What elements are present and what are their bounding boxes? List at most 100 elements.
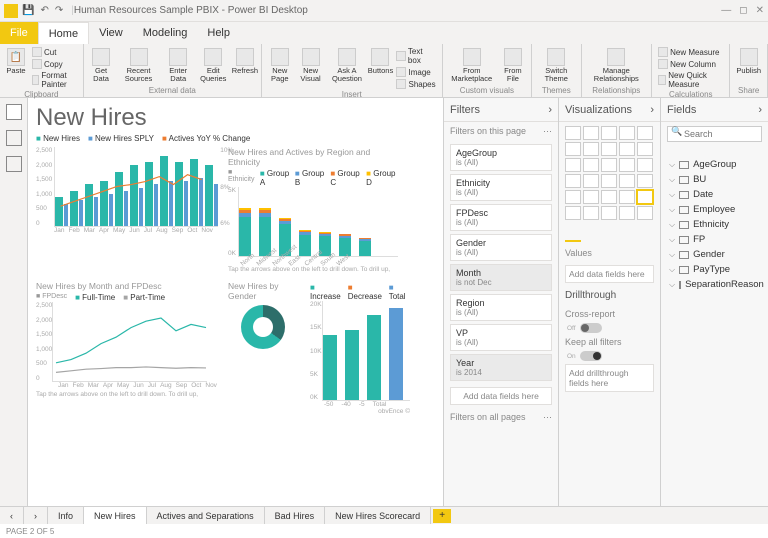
viz-type-icon[interactable] bbox=[637, 206, 653, 220]
field-table[interactable]: ⌵SeparationReason bbox=[661, 277, 768, 292]
field-table[interactable]: ⌵AgeGroup bbox=[661, 157, 768, 172]
filter-card[interactable]: Monthis not Dec bbox=[450, 264, 552, 291]
filter-card[interactable]: AgeGroupis (All) bbox=[450, 144, 552, 171]
field-table[interactable]: ⌵BU bbox=[661, 172, 768, 187]
report-canvas[interactable]: New Hires New Hires New Hires SPLY Activ… bbox=[28, 98, 443, 506]
viz-type-icon[interactable] bbox=[601, 174, 617, 188]
chevron-right-icon[interactable]: › bbox=[758, 104, 762, 116]
recent-sources-button[interactable]: Recent Sources bbox=[116, 46, 160, 84]
tab-view[interactable]: View bbox=[89, 22, 133, 44]
viz-type-icon[interactable] bbox=[601, 126, 617, 140]
paste-button[interactable]: 📋Paste bbox=[4, 46, 28, 77]
tab-home[interactable]: Home bbox=[38, 22, 89, 44]
data-view-icon[interactable] bbox=[6, 130, 22, 146]
chevron-right-icon[interactable]: › bbox=[650, 104, 654, 116]
viz-type-icon[interactable] bbox=[619, 190, 635, 204]
edit-queries-button[interactable]: Edit Queries bbox=[196, 46, 231, 84]
viz-type-icon[interactable] bbox=[619, 206, 635, 220]
format-tab-icon[interactable] bbox=[585, 226, 601, 242]
field-table[interactable]: ⌵Employee bbox=[661, 202, 768, 217]
viz-type-icon[interactable] bbox=[637, 158, 653, 172]
viz-type-icon[interactable] bbox=[601, 206, 617, 220]
format-painter-button[interactable]: Format Painter bbox=[30, 70, 79, 90]
viz-type-icon[interactable] bbox=[637, 142, 653, 156]
drillthrough-well[interactable]: Add drillthrough fields here bbox=[565, 364, 654, 392]
tab-help[interactable]: Help bbox=[197, 22, 240, 44]
filter-card[interactable]: Genderis (All) bbox=[450, 234, 552, 261]
shapes-button[interactable]: Shapes bbox=[394, 78, 437, 90]
refresh-button[interactable]: Refresh bbox=[233, 46, 257, 77]
field-table[interactable]: ⌵Ethnicity bbox=[661, 217, 768, 232]
buttons-button[interactable]: Buttons bbox=[368, 46, 392, 77]
viz-type-icon[interactable] bbox=[583, 142, 599, 156]
copy-button[interactable]: Copy bbox=[30, 58, 79, 70]
maximize-icon[interactable]: ◻ bbox=[739, 5, 747, 16]
filter-card[interactable]: FPDescis (All) bbox=[450, 204, 552, 231]
add-page-button[interactable]: + bbox=[433, 509, 451, 523]
more-icon[interactable]: ⋯ bbox=[543, 412, 552, 423]
viz-type-icon[interactable] bbox=[601, 158, 617, 172]
new-column-button[interactable]: New Column bbox=[656, 58, 725, 70]
tab-info[interactable]: Info bbox=[48, 507, 84, 524]
values-well[interactable]: Add data fields here bbox=[565, 265, 654, 283]
tab-file[interactable]: File bbox=[0, 22, 38, 44]
qat-redo-icon[interactable]: ↷ bbox=[55, 5, 63, 16]
chart-region-ethnicity[interactable]: New Hires and Actives by Region and Ethn… bbox=[228, 147, 398, 273]
marketplace-button[interactable]: From Marketplace bbox=[447, 46, 497, 84]
report-view-icon[interactable] bbox=[6, 104, 22, 120]
qat-undo-icon[interactable]: ↶ bbox=[40, 5, 48, 16]
get-data-button[interactable]: Get Data bbox=[88, 46, 115, 84]
tab-bad-hires[interactable]: Bad Hires bbox=[265, 507, 326, 524]
chart-gender-pie[interactable]: New Hires by Gender bbox=[228, 281, 298, 415]
chart-new-hires-combo[interactable]: 2,5002,0001,5001,0005000 10%8%6% JanFebM… bbox=[36, 147, 216, 273]
manage-relationships-button[interactable]: Manage Relationships bbox=[586, 46, 648, 84]
field-table[interactable]: ⌵Gender bbox=[661, 247, 768, 262]
viz-type-icon[interactable] bbox=[583, 174, 599, 188]
tab-scorecard[interactable]: New Hires Scorecard bbox=[325, 507, 431, 524]
viz-type-icon[interactable] bbox=[565, 190, 581, 204]
from-file-button[interactable]: From File bbox=[499, 46, 527, 84]
viz-type-icon[interactable] bbox=[637, 190, 653, 204]
chevron-right-icon[interactable]: › bbox=[548, 104, 552, 116]
qat-save-icon[interactable]: 💾 bbox=[22, 5, 34, 16]
new-visual-button[interactable]: New Visual bbox=[296, 46, 326, 84]
viz-type-icon[interactable] bbox=[601, 190, 617, 204]
filter-card[interactable]: Ethnicityis (All) bbox=[450, 174, 552, 201]
viz-header[interactable]: Visualizations› bbox=[559, 98, 660, 122]
minimize-icon[interactable]: — bbox=[721, 5, 731, 16]
tab-modeling[interactable]: Modeling bbox=[133, 22, 198, 44]
keep-filters-toggle[interactable] bbox=[580, 351, 602, 361]
nav-prev[interactable]: ‹ bbox=[0, 507, 24, 524]
image-button[interactable]: Image bbox=[394, 66, 437, 78]
chart-month-fpdesc[interactable]: New Hires by Month and FPDesc FPDesc Ful… bbox=[36, 281, 216, 415]
field-table[interactable]: ⌵FP bbox=[661, 232, 768, 247]
chart-waterfall[interactable]: Increase Decrease Total 20K15K10K5K0K -5… bbox=[310, 281, 410, 415]
filters-header[interactable]: Filters› bbox=[444, 98, 558, 122]
cross-report-toggle[interactable] bbox=[580, 323, 602, 333]
model-view-icon[interactable] bbox=[6, 156, 22, 172]
viz-type-icon[interactable] bbox=[583, 190, 599, 204]
textbox-button[interactable]: Text box bbox=[394, 46, 437, 66]
ask-question-button[interactable]: Ask A Question bbox=[327, 46, 366, 84]
new-quick-measure-button[interactable]: New Quick Measure bbox=[656, 70, 725, 90]
tab-actives[interactable]: Actives and Separations bbox=[147, 507, 265, 524]
viz-type-icon[interactable] bbox=[619, 142, 635, 156]
filter-add-well[interactable]: Add data fields here bbox=[450, 387, 552, 405]
new-page-button[interactable]: New Page bbox=[266, 46, 294, 84]
viz-type-icon[interactable] bbox=[601, 142, 617, 156]
more-icon[interactable]: ⋯ bbox=[543, 126, 552, 137]
viz-type-icon[interactable] bbox=[565, 158, 581, 172]
filter-card[interactable]: Regionis (All) bbox=[450, 294, 552, 321]
filter-card[interactable]: VPis (All) bbox=[450, 324, 552, 351]
close-icon[interactable]: ✕ bbox=[756, 5, 764, 16]
viz-type-icon[interactable] bbox=[583, 158, 599, 172]
fields-header[interactable]: Fields› bbox=[661, 98, 768, 122]
viz-type-icon[interactable] bbox=[637, 174, 653, 188]
enter-data-button[interactable]: Enter Data bbox=[163, 46, 194, 84]
viz-type-icon[interactable] bbox=[565, 174, 581, 188]
viz-type-icon[interactable] bbox=[619, 158, 635, 172]
field-table[interactable]: ⌵Date bbox=[661, 187, 768, 202]
publish-button[interactable]: Publish bbox=[734, 46, 763, 77]
viz-type-icon[interactable] bbox=[583, 206, 599, 220]
viz-type-icon[interactable] bbox=[565, 126, 581, 140]
